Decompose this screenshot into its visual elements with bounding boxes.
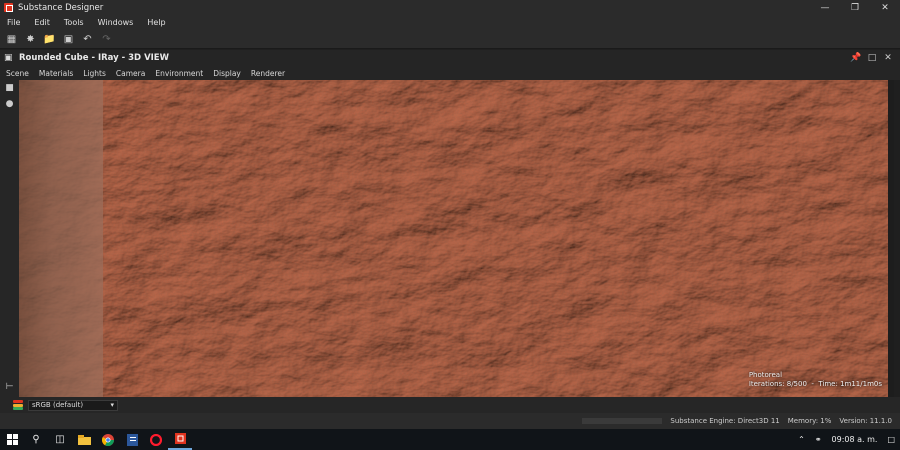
windows-start-icon[interactable]: [0, 429, 24, 450]
substance-icon[interactable]: [168, 429, 192, 450]
cube-side-face: [19, 80, 103, 397]
menu-file[interactable]: File: [0, 18, 27, 27]
3d-viewport[interactable]: Photoreal Iterations: 8/500 - Time: 1m11…: [19, 80, 894, 397]
float-window-icon[interactable]: □: [864, 53, 880, 63]
cube-icon: ▣: [4, 53, 13, 63]
colorspace-value: sRGB (default): [32, 401, 84, 409]
view-menu-renderer[interactable]: Renderer: [246, 69, 290, 78]
word-icon[interactable]: [120, 429, 144, 450]
rock-texture-render: [19, 80, 894, 397]
view-menu-environment[interactable]: Environment: [150, 69, 208, 78]
status-progress-bar: [582, 418, 663, 424]
window-controls: — ❐ ✕: [810, 0, 900, 15]
restore-icon[interactable]: ❐: [840, 0, 870, 15]
save-all-icon[interactable]: ▣: [61, 32, 76, 47]
view-header: ▣ Rounded Cube - IRay - 3D VIEW 📌 □ ✕: [0, 50, 900, 66]
new-package-icon[interactable]: ▦: [4, 32, 19, 47]
substance-designer-logo-icon: [4, 3, 13, 12]
system-tray: ⌃ ⚭ 09:08 a. m. □: [793, 429, 900, 450]
minimize-icon[interactable]: —: [810, 0, 840, 15]
light-bulb-icon[interactable]: ●: [0, 96, 19, 112]
status-bar: Substance Engine: Direct3D 11 Memory: 1%…: [0, 413, 900, 429]
network-icon[interactable]: ⚭: [815, 435, 822, 444]
clock[interactable]: 09:08 a. m.: [832, 435, 878, 444]
view-title: Rounded Cube - IRay - 3D VIEW: [19, 53, 169, 63]
notifications-icon[interactable]: □: [887, 435, 895, 444]
menu-bar: File Edit Tools Windows Help: [0, 15, 900, 30]
close-view-icon[interactable]: ✕: [880, 53, 896, 63]
menu-tools[interactable]: Tools: [57, 18, 91, 27]
render-time: Time: 1m11/1m0s: [818, 380, 882, 388]
title-bar: Substance Designer — ❐ ✕: [0, 0, 900, 15]
memory-status: Memory: 1%: [787, 417, 832, 425]
window-title: Substance Designer: [18, 2, 104, 13]
view-menu-bar: Scene Materials Lights Camera Environmen…: [0, 66, 900, 80]
render-stats-overlay: Photoreal Iterations: 8/500 - Time: 1m11…: [748, 371, 882, 388]
colorspace-dropdown[interactable]: sRGB (default) ▾: [28, 399, 118, 411]
viewport-edge: [888, 80, 894, 397]
search-icon[interactable]: ⚲: [24, 429, 48, 450]
layers-icon[interactable]: [13, 400, 23, 410]
windows-taskbar: ⚲ ◫ ⌃ ⚭ 09:08 a. m. □: [0, 429, 900, 450]
menu-help[interactable]: Help: [140, 18, 172, 27]
view-menu-materials[interactable]: Materials: [34, 69, 78, 78]
render-mode: Photoreal: [748, 371, 783, 379]
chrome-icon[interactable]: [96, 429, 120, 450]
camera-icon[interactable]: ■: [0, 80, 19, 96]
menu-windows[interactable]: Windows: [91, 18, 141, 27]
scene-tree-icon[interactable]: ⊢: [0, 379, 19, 395]
chevron-down-icon: ▾: [110, 401, 114, 409]
opera-icon[interactable]: [144, 429, 168, 450]
pin-icon[interactable]: 📌: [848, 53, 864, 63]
view-menu-lights[interactable]: Lights: [78, 69, 111, 78]
open-folder-icon[interactable]: 📁: [42, 32, 57, 47]
task-view-icon[interactable]: ◫: [48, 429, 72, 450]
render-iterations: Iterations: 8/500: [748, 380, 807, 388]
redo-icon[interactable]: ↷: [99, 32, 114, 47]
main-toolbar: ▦ ✸ 📁 ▣ ↶ ↷: [0, 30, 900, 49]
file-explorer-icon[interactable]: [72, 429, 96, 450]
engine-status: Substance Engine: Direct3D 11: [670, 417, 780, 425]
view-header-controls: 📌 □ ✕: [848, 50, 896, 66]
view-menu-camera[interactable]: Camera: [111, 69, 150, 78]
version-status: Version: 11.1.0: [839, 417, 892, 425]
view-side-tools: ■ ● ⊢: [0, 80, 19, 397]
tray-expand-icon[interactable]: ⌃: [798, 435, 805, 444]
menu-edit[interactable]: Edit: [27, 18, 57, 27]
view-menu-display[interactable]: Display: [208, 69, 246, 78]
close-icon[interactable]: ✕: [870, 0, 900, 15]
new-graph-icon[interactable]: ✸: [23, 32, 38, 47]
undo-icon[interactable]: ↶: [80, 32, 95, 47]
view-menu-scene[interactable]: Scene: [0, 69, 34, 78]
view-bottom-bar: sRGB (default) ▾: [0, 397, 900, 413]
